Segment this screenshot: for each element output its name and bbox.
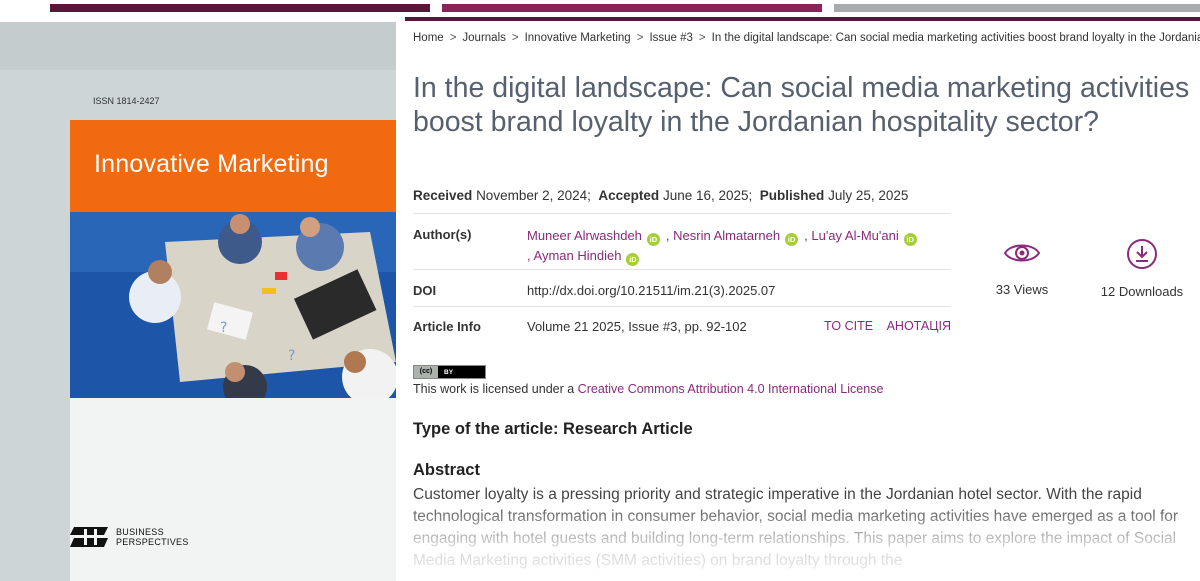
cover-top-band	[0, 22, 396, 70]
breadcrumb-separator: >	[698, 32, 706, 44]
accepted-label: Accepted	[598, 188, 660, 203]
author-link[interactable]: Muneer Alrwashdeh	[527, 228, 642, 243]
views-stat: 33 Views	[980, 238, 1064, 297]
cover-title-block: Innovative Marketing	[70, 120, 396, 212]
to-cite-link[interactable]: TO CITE	[824, 319, 873, 333]
content-top-rule	[405, 17, 1200, 21]
breadcrumb-issue[interactable]: Issue #3	[649, 32, 692, 44]
authors-row: Author(s) Muneer Alrwashdeh iD, Nesrin Al…	[413, 213, 951, 269]
svg-text:?: ?	[288, 348, 295, 364]
breadcrumb-separator: >	[636, 32, 644, 44]
breadcrumb-separator: >	[449, 32, 457, 44]
article-type: Type of the article: Research Article	[413, 420, 693, 438]
annotation-link[interactable]: АНОТАЦІЯ	[887, 319, 951, 333]
authors-label: Author(s)	[413, 227, 472, 242]
abstract-text: Customer loyalty is a pressing priority …	[413, 486, 1179, 569]
author-link[interactable]: Lu'ay Al-Mu'ani	[811, 228, 898, 243]
license-link[interactable]: Creative Commons Attribution 4.0 Interna…	[578, 382, 884, 396]
breadcrumb-journal[interactable]: Innovative Marketing	[525, 32, 631, 44]
author-link[interactable]: Nesrin Almatarneh	[673, 228, 780, 243]
header-stripe-3	[834, 4, 1200, 12]
author-link[interactable]: Ayman Hindieh	[534, 248, 622, 263]
orcid-icon[interactable]: iD	[785, 233, 799, 246]
orcid-icon[interactable]: iD	[903, 233, 917, 246]
breadcrumb: Home > Journals > Innovative Marketing > Issue…	[413, 32, 1200, 44]
article-info-row: Article Info Volume 21 2025, Issue #3, p…	[413, 306, 951, 343]
received-date: November 2, 2024;	[476, 188, 591, 203]
breadcrumb-current-article: In the digital landscape: Can social med…	[711, 32, 1200, 44]
publisher-name-line1: BUSINESS	[116, 527, 164, 537]
license-statement: This work is licensed under a Creative C…	[413, 382, 883, 396]
orcid-icon[interactable]: iD	[626, 253, 640, 266]
cover-journal-title: Innovative Marketing	[94, 150, 329, 178]
eye-icon	[1003, 244, 1041, 262]
header-stripe-1	[50, 4, 430, 12]
authors-list: Muneer Alrwashdeh iD, Nesrin Almatarneh iD…	[527, 226, 957, 266]
doi-label: DOI	[413, 283, 437, 298]
downloads-stat: 12 Downloads	[1092, 238, 1192, 299]
cc-badge-left: (cc)	[414, 366, 438, 378]
publisher-name-line2: PERSPECTIVES	[116, 537, 189, 547]
publisher-logo-block: BUSINESS PERSPECTIVES	[70, 525, 189, 549]
cover-lower-panel	[70, 398, 396, 581]
article-dates: Received November 2, 2024; Accepted June…	[413, 188, 908, 203]
publisher-logo-icon	[70, 527, 108, 547]
breadcrumb-home[interactable]: Home	[413, 32, 444, 44]
author-separator: ,	[527, 248, 531, 263]
cc-badge-right: BY	[444, 368, 454, 376]
breadcrumb-separator: >	[511, 32, 519, 44]
doi-link[interactable]: http://dx.doi.org/10.21511/im.21(3).2025…	[527, 283, 775, 298]
doi-row: DOI http://dx.doi.org/10.21511/im.21(3).…	[413, 269, 951, 306]
journal-cover: ISSN 1814-2427 Innovative Marketing ? ?	[0, 22, 396, 581]
cover-issn: ISSN 1814-2427	[93, 96, 160, 106]
article-info-table: Author(s) Muneer Alrwashdeh iD, Nesrin Al…	[413, 213, 951, 343]
author-separator: ,	[665, 228, 670, 243]
svg-text:?: ?	[220, 320, 227, 336]
header-stripe-2	[442, 4, 822, 12]
article-info-value: Volume 21 2025, Issue #3, pp. 92-102	[527, 319, 747, 334]
received-label: Received	[413, 188, 473, 203]
license-prefix: This work is licensed under a	[413, 382, 575, 396]
article-title: In the digital landscape: Can social med…	[413, 72, 1190, 138]
author-separator: ,	[804, 228, 808, 243]
article-info-label: Article Info	[413, 319, 481, 334]
orcid-icon[interactable]: iD	[646, 233, 660, 246]
breadcrumb-journals[interactable]: Journals	[462, 32, 505, 44]
views-count: 33 Views	[995, 282, 1049, 297]
download-icon[interactable]	[1126, 238, 1158, 270]
cc-by-badge[interactable]: (cc) BY	[413, 365, 486, 379]
accepted-date: June 16, 2025;	[662, 188, 753, 203]
article-info-links: TO CITE АНОТАЦІЯ	[814, 319, 951, 333]
cover-photo: ? ?	[70, 212, 396, 398]
abstract-heading: Abstract	[413, 461, 480, 479]
published-label: Published	[759, 188, 825, 203]
published-date: July 25, 2025	[828, 188, 909, 203]
downloads-count: 12 Downloads	[1100, 284, 1184, 299]
